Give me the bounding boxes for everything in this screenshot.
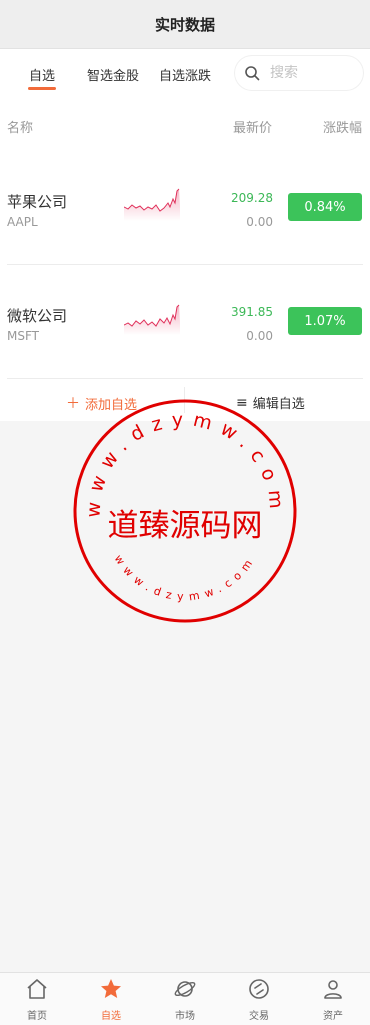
stock-price: 209.28: [231, 191, 273, 205]
change-pct-badge: 1.07%: [288, 307, 362, 335]
svg-text:www.dzymw.com: www.dzymw.com: [82, 409, 287, 519]
search-box[interactable]: [234, 55, 364, 91]
stock-row-msft[interactable]: 微软公司 MSFT 391.85 0.00 1.07%: [0, 271, 370, 385]
column-header-change-pct: 涨跌幅: [323, 121, 363, 136]
tabbar-market[interactable]: 市场: [148, 977, 222, 1022]
watermark-stamp: www.dzymw.com www.dzymw.com 道臻源码网: [73, 399, 297, 623]
home-icon: [27, 979, 47, 999]
app-header: 实时数据: [0, 0, 370, 49]
stock-name: 苹果公司: [7, 193, 68, 211]
sparkline-chart: [124, 188, 180, 221]
watermark-title: 道臻源码网: [108, 508, 263, 544]
stock-change: 0.00: [246, 215, 273, 229]
tabbar-home[interactable]: 首页: [0, 977, 74, 1022]
tabbar-assets[interactable]: 资产: [296, 977, 370, 1022]
sparkline-chart: [124, 304, 180, 335]
page-title: 实时数据: [154, 15, 215, 34]
stock-name: 微软公司: [7, 307, 68, 325]
tab-watchlist-movers[interactable]: 自选涨跌: [159, 65, 211, 84]
search-input[interactable]: [268, 64, 352, 82]
user-icon: [324, 980, 342, 999]
row-divider: [7, 264, 363, 265]
tab-smart-picks[interactable]: 智选金股: [87, 65, 139, 84]
change-pct-badge: 0.84%: [288, 193, 362, 221]
trade-icon: [249, 979, 269, 999]
star-icon: [101, 979, 121, 998]
svg-text:www.dzymw.com: www.dzymw.com: [112, 553, 259, 604]
bottom-tab-bar: 首页 自选 市场 交易 资产: [0, 972, 370, 1025]
column-header-price: 最新价: [233, 121, 273, 136]
active-tab-indicator: [28, 87, 56, 90]
stock-change: 0.00: [246, 329, 273, 343]
stock-row-aapl[interactable]: 苹果公司 AAPL 209.28 0.00 0.84%: [0, 157, 370, 271]
watermark-url-top: www.dzymw.com: [82, 409, 278, 519]
tabbar-watchlist[interactable]: 自选: [74, 977, 148, 1022]
tab-watchlist[interactable]: 自选: [29, 65, 55, 84]
column-header-name: 名称: [7, 121, 34, 136]
watermark-url-bottom: www.dzymw.com: [112, 553, 253, 604]
planet-icon: [174, 981, 196, 997]
stock-code: MSFT: [7, 329, 39, 343]
stock-price: 391.85: [231, 305, 273, 319]
watchlist-panel: 自选 智选金股 自选涨跌 名称 最新价 涨跌幅 苹果公司 AAPL: [0, 49, 370, 421]
search-icon: [245, 66, 260, 81]
tabbar-trade[interactable]: 交易: [222, 977, 296, 1022]
tab-bar: 自选 智选金股 自选涨跌: [0, 49, 370, 99]
stock-code: AAPL: [7, 215, 38, 229]
